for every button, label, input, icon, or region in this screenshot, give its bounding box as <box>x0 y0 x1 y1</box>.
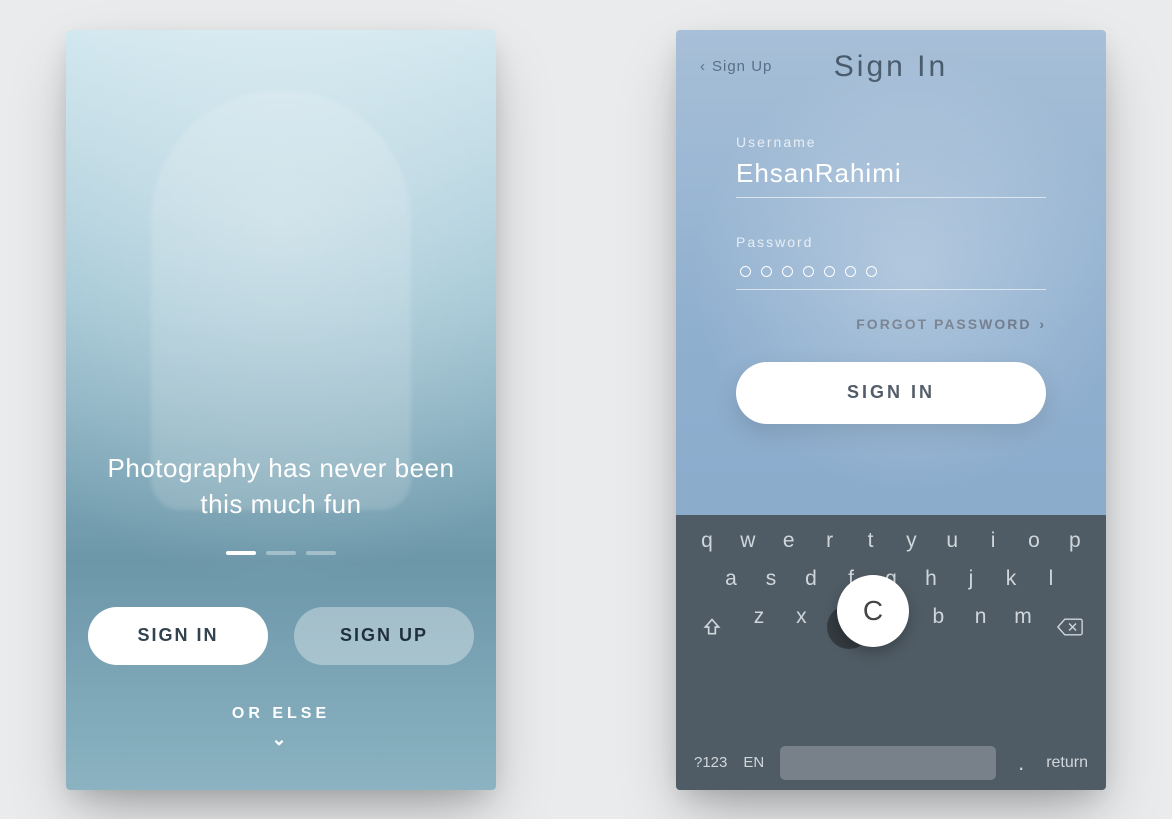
top-bar: ‹ Sign Up Sign In <box>676 30 1106 104</box>
key-f[interactable]: f <box>834 567 868 591</box>
key-s[interactable]: s <box>754 567 788 591</box>
key-z[interactable]: z <box>742 605 776 649</box>
pager-dot-1[interactable] <box>226 551 256 555</box>
username-label: Username <box>736 134 1046 150</box>
keyboard-row-3-letters: zxcvbnm <box>734 605 1048 649</box>
key-r[interactable]: r <box>813 529 847 553</box>
password-label: Password <box>736 234 1046 250</box>
key-l[interactable]: l <box>1034 567 1068 591</box>
password-dot <box>845 266 856 277</box>
password-dot <box>782 266 793 277</box>
keyboard-row-1: qwertyuiop <box>686 529 1096 553</box>
hero-image <box>151 90 411 510</box>
key-a[interactable]: a <box>714 567 748 591</box>
key-c[interactable]: c <box>827 605 871 649</box>
key-y[interactable]: y <box>894 529 928 553</box>
key-n[interactable]: n <box>964 605 998 649</box>
password-dot <box>866 266 877 277</box>
forgot-password-label: FORGOT PASSWORD <box>856 316 1031 332</box>
username-field-wrapper: Username <box>736 134 1046 198</box>
sign-in-form: Username Password FORGOT PASSWORD › SIGN… <box>676 104 1106 424</box>
password-dot <box>740 266 751 277</box>
key-m[interactable]: m <box>1006 605 1040 649</box>
sign-in-button[interactable]: SIGN IN <box>88 607 268 665</box>
chevron-down-icon: ⌄ <box>271 729 290 750</box>
pager-dot-2[interactable] <box>266 551 296 555</box>
password-dot <box>824 266 835 277</box>
chevron-left-icon: ‹ <box>700 58 706 75</box>
forgot-password-link[interactable]: FORGOT PASSWORD › <box>736 316 1046 332</box>
key-b[interactable]: b <box>921 605 955 649</box>
return-key[interactable]: return <box>1046 754 1088 772</box>
key-p[interactable]: p <box>1058 529 1092 553</box>
keyboard-lang-key[interactable]: EN <box>743 754 764 771</box>
keyboard-row-2: asdfghjkl <box>686 567 1096 591</box>
soft-keyboard: C qwertyuiop asdfghjkl zxcvbnm ?123 EN . <box>676 515 1106 790</box>
key-u[interactable]: u <box>935 529 969 553</box>
backspace-key[interactable] <box>1048 608 1092 646</box>
key-d[interactable]: d <box>794 567 828 591</box>
key-i[interactable]: i <box>976 529 1010 553</box>
onboarding-tagline: Photography has never been this much fun <box>78 450 485 523</box>
sign-up-button[interactable]: SIGN UP <box>294 607 474 665</box>
spacebar-key[interactable] <box>780 746 996 780</box>
period-key[interactable]: . <box>1012 750 1030 776</box>
key-w[interactable]: w <box>731 529 765 553</box>
password-input[interactable] <box>736 256 1046 290</box>
password-field-wrapper: Password <box>736 234 1046 290</box>
or-else-label: OR ELSE <box>232 705 330 723</box>
tagline-line1: Photography has never been <box>108 453 455 483</box>
splash-button-row: SIGN IN SIGN UP <box>88 607 474 665</box>
key-t[interactable]: t <box>854 529 888 553</box>
backspace-icon <box>1057 617 1083 637</box>
keyboard-mode-key[interactable]: ?123 <box>694 754 727 771</box>
password-dot <box>803 266 814 277</box>
key-g[interactable]: g <box>874 567 908 591</box>
keyboard-row-3: zxcvbnm <box>686 605 1096 649</box>
key-k[interactable]: k <box>994 567 1028 591</box>
shift-up-icon <box>702 617 722 637</box>
back-label: Sign Up <box>712 58 772 75</box>
pager-dot-3[interactable] <box>306 551 336 555</box>
shift-key[interactable] <box>690 608 734 646</box>
tagline-line2: this much fun <box>200 489 361 519</box>
back-sign-up-link[interactable]: ‹ Sign Up <box>700 58 772 75</box>
page-title: Sign In <box>834 50 948 84</box>
key-x[interactable]: x <box>784 605 818 649</box>
pager-indicator[interactable] <box>226 551 336 555</box>
key-e[interactable]: e <box>772 529 806 553</box>
submit-sign-in-button[interactable]: SIGN IN <box>736 362 1046 424</box>
key-j[interactable]: j <box>954 567 988 591</box>
or-else-link[interactable]: OR ELSE ⌄ <box>232 705 330 750</box>
password-dot <box>761 266 772 277</box>
key-v[interactable]: v <box>879 605 913 649</box>
onboarding-screen: Photography has never been this much fun… <box>66 30 496 790</box>
username-input[interactable] <box>736 156 1046 198</box>
chevron-right-icon: › <box>1039 316 1046 332</box>
keyboard-bottom-row: ?123 EN . return <box>686 742 1096 780</box>
key-o[interactable]: o <box>1017 529 1051 553</box>
key-q[interactable]: q <box>690 529 724 553</box>
sign-in-screen: ‹ Sign Up Sign In Username Password FORG… <box>676 30 1106 790</box>
key-h[interactable]: h <box>914 567 948 591</box>
